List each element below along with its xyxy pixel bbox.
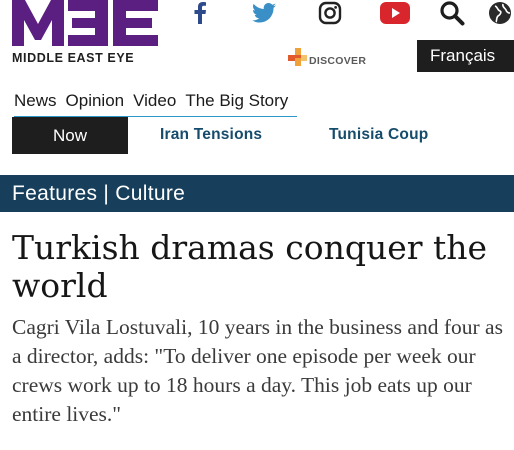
site-logo[interactable]: MIDDLE EAST EYE: [12, 0, 172, 70]
twitter-icon[interactable]: [250, 0, 278, 26]
now-tab[interactable]: Now: [12, 117, 128, 154]
logo-mark-mee: [12, 0, 158, 46]
section-breadcrumb[interactable]: Features | Culture: [0, 175, 514, 212]
discover-label: DISCOVER: [309, 55, 367, 67]
trending-link-iran-tensions[interactable]: Iran Tensions: [160, 126, 262, 144]
nav-item-news[interactable]: News: [14, 91, 66, 116]
nav-item-opinion[interactable]: Opinion: [66, 91, 134, 116]
youtube-icon[interactable]: [378, 0, 412, 26]
facebook-icon[interactable]: [188, 0, 212, 26]
discover-icon: [288, 48, 307, 66]
discover-link[interactable]: DISCOVER: [288, 44, 366, 70]
search-icon[interactable]: [437, 0, 467, 26]
primary-nav: News Opinion Video The Big Story: [14, 88, 298, 117]
article-body-text: Cagri Vila Lostuvali, 10 years in the bu…: [12, 315, 503, 426]
instagram-icon[interactable]: [316, 0, 344, 26]
globe-icon[interactable]: [486, 0, 514, 26]
nav-item-the-big-story[interactable]: The Big Story: [185, 91, 297, 116]
article-headline: Turkish dramas conquer the world: [12, 228, 488, 305]
logo-wordmark: MIDDLE EAST EYE: [12, 51, 135, 65]
nav-item-video[interactable]: Video: [133, 91, 185, 116]
trending-link-tunisia-coup[interactable]: Tunisia Coup: [329, 126, 428, 144]
language-button[interactable]: Français: [417, 40, 514, 72]
